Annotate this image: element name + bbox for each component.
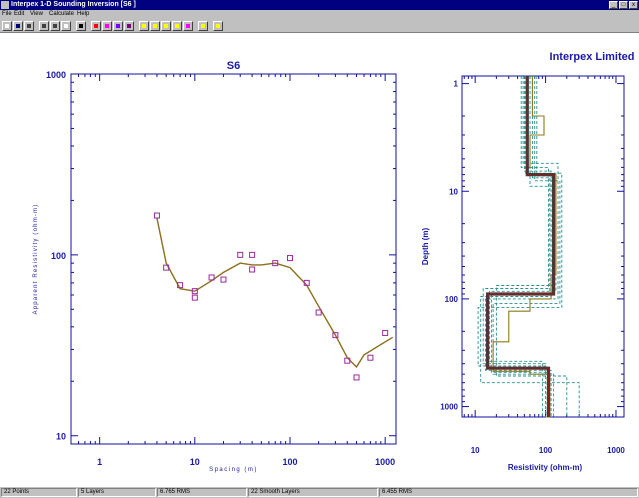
layers-button[interactable] — [102, 21, 112, 31]
help-button[interactable] — [213, 21, 223, 31]
x-tick-label: 1000 — [375, 457, 395, 467]
status-smooth-layers: 22 Smooth Layers — [248, 488, 378, 497]
data-point — [315, 309, 322, 316]
fit-button[interactable] — [183, 21, 193, 31]
x-tick-label: 1000 — [607, 446, 625, 455]
equivalence-icon — [175, 24, 179, 28]
depth-model-chart: Interpex Limited 10 100 1000 1 10 100 1000 Resis… — [421, 51, 635, 472]
layers-icon — [105, 24, 109, 28]
equivalence-button[interactable] — [172, 21, 182, 31]
status-smooth-rms: 6.455 RMS — [379, 488, 638, 497]
pointer-icon — [79, 24, 83, 28]
y-tick-label: 1000 — [440, 403, 458, 412]
save-button[interactable] — [13, 21, 23, 31]
chart-title: S6 — [227, 60, 240, 72]
x-tick-label: 100 — [282, 457, 297, 467]
plot-frame — [70, 73, 397, 445]
data-point — [286, 255, 293, 262]
company-name: Interpex Limited — [550, 51, 635, 63]
columns-icon — [42, 24, 46, 28]
x-axis-label: Resistivity (ohm-m) — [508, 463, 583, 472]
x-tick-label: 100 — [539, 446, 553, 455]
equivalent-model-line — [485, 76, 559, 417]
app-icon — [1, 1, 9, 9]
menu-edit[interactable]: Edit — [14, 10, 24, 19]
status-points: 22 Points — [1, 488, 77, 497]
title-bar: Interpex 1-D Sounding Inversion [S6 ] _ … — [0, 0, 639, 10]
grid-icon — [64, 24, 68, 28]
print-icon — [27, 24, 31, 28]
status-bar: 22 Points 5 Layers 6.765 RMS 22 Smooth L… — [0, 487, 639, 498]
sounding-curve-chart: 1 10 100 1000 1000 100 10 S6 Spacing (m) Apparent… — [33, 60, 397, 473]
data-point — [153, 212, 160, 219]
equivalent-model-line — [477, 76, 563, 417]
print-button[interactable] — [24, 21, 34, 31]
close-button[interactable]: x — [629, 1, 638, 9]
table-icon — [53, 24, 57, 28]
data-point — [367, 354, 374, 361]
y-tick-label: 100 — [51, 251, 66, 261]
data-point — [249, 251, 256, 258]
calc-button[interactable] — [113, 21, 123, 31]
new-icon — [5, 24, 9, 28]
save-icon — [16, 24, 20, 28]
window-title: Interpex 1-D Sounding Inversion [S6 ] — [11, 1, 136, 8]
pointer-button[interactable] — [76, 21, 86, 31]
y-tick-label: 10 — [449, 187, 458, 196]
y-axis-label: Apparent Resistivity (ohm-m) — [33, 204, 39, 315]
edit-model-icon — [94, 24, 98, 28]
fit-icon — [186, 24, 190, 28]
edit-model-button[interactable] — [91, 21, 101, 31]
menu-view[interactable]: View — [30, 10, 43, 19]
stop-icon — [201, 24, 205, 28]
menu-bar: File Edit View Calculate Help — [0, 10, 639, 19]
sum-icon — [127, 24, 131, 28]
help-icon — [216, 24, 220, 28]
x-axis-label: Spacing (m) — [209, 467, 258, 473]
minimize-button[interactable]: _ — [609, 1, 618, 9]
back-icon — [153, 24, 157, 28]
menu-help[interactable]: Help — [77, 10, 89, 19]
smooth-icon — [164, 24, 168, 28]
data-point — [353, 374, 360, 381]
x-tick-label: 1 — [97, 457, 102, 467]
sum-button[interactable] — [124, 21, 134, 31]
forward-button[interactable] — [139, 21, 149, 31]
y-tick-label: 10 — [56, 432, 66, 442]
status-layers: 5 Layers — [78, 488, 156, 497]
menu-calculate[interactable]: Calculate — [49, 10, 74, 19]
x-tick-label: 10 — [471, 446, 480, 455]
y-axis-label: Depth (m) — [421, 228, 430, 266]
toolbar — [0, 19, 639, 33]
new-button[interactable] — [2, 21, 12, 31]
menu-file[interactable]: File — [2, 10, 12, 19]
smooth-button[interactable] — [161, 21, 171, 31]
data-point — [237, 251, 244, 258]
back-button[interactable] — [150, 21, 160, 31]
maximize-button[interactable]: □ — [619, 1, 628, 9]
y-tick-label: 1 — [454, 80, 459, 89]
grid-button[interactable] — [61, 21, 71, 31]
forward-icon — [142, 24, 146, 28]
x-tick-label: 10 — [190, 457, 200, 467]
calc-icon — [116, 24, 120, 28]
data-point — [191, 294, 198, 301]
columns-button[interactable] — [39, 21, 49, 31]
y-tick-label: 100 — [445, 295, 459, 304]
data-point — [220, 276, 227, 283]
data-point — [249, 266, 256, 273]
stop-button[interactable] — [198, 21, 208, 31]
y-tick-label: 1000 — [46, 70, 66, 80]
data-point — [382, 329, 389, 336]
table-button[interactable] — [50, 21, 60, 31]
status-rms: 6.765 RMS — [157, 488, 247, 497]
